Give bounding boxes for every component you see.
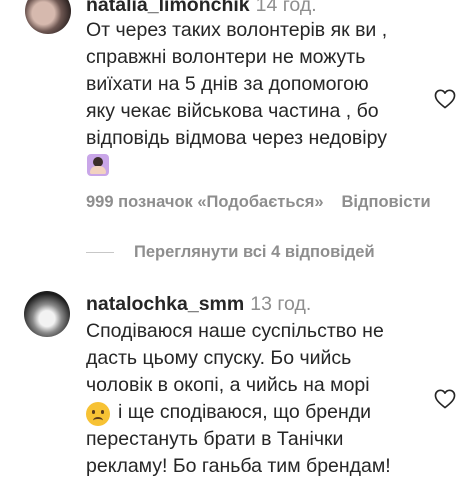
comment-text-line: дасть цьому спуску. Бо чийсь [86, 347, 352, 369]
avatar[interactable] [24, 291, 70, 337]
comment-text-line: рекламу! Бо ганьба тим брендам! [86, 455, 391, 477]
divider [86, 252, 114, 253]
view-replies-label: Переглянути всі 4 відповідей [134, 243, 375, 261]
comment-text-line: виїхати на 5 днів за допомогою [86, 73, 369, 95]
heart-icon[interactable] [434, 89, 456, 109]
reply-button[interactable]: Відповісти [342, 193, 431, 211]
timestamp: 13 год. [250, 293, 312, 315]
timestamp: 14 год. [255, 0, 317, 16]
heart-icon[interactable] [434, 389, 456, 409]
avatar[interactable] [25, 0, 71, 34]
comment-header: natalia_limonchik 14 год. [86, 0, 317, 18]
sad-face-icon [86, 402, 110, 426]
comment-text-line: відповідь відмова через недовіру [86, 127, 387, 149]
comment-text-line: чоловік в окопі, а чийсь на морі [86, 374, 370, 396]
view-replies-button[interactable]: Переглянути всі 4 відповідей [86, 243, 375, 262]
comment-text-line: справжні волонтери не можуть [86, 46, 366, 68]
comment-actions: 999 позначок «Подобається» Відповісти [86, 193, 431, 212]
comment-text-line: яку чекає військова частина , бо [86, 100, 379, 122]
comment-text-line: і ще сподіваюся, що бренди [118, 401, 372, 423]
username[interactable]: natalochka_smm [86, 293, 244, 315]
woman-raising-hand-icon [87, 154, 109, 176]
likes-count-link[interactable]: 999 позначок «Подобається» [86, 193, 324, 211]
comment-header: natalochka_smm 13 год. [86, 291, 311, 317]
username[interactable]: natalia_limonchik [86, 0, 250, 16]
comment-text-line: От через таких волонтерів як ви , [86, 19, 388, 41]
comment-text-line: Сподіваюся наше суспільство не [86, 320, 384, 342]
comment-text-line: перестануть брати в Танічки [86, 428, 344, 450]
